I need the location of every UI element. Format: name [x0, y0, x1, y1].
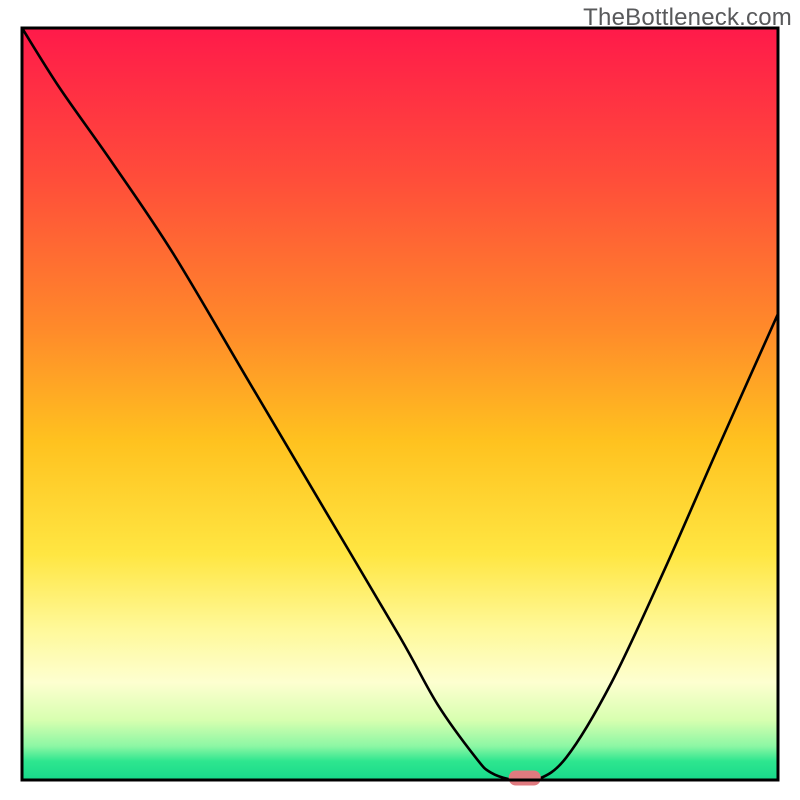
chart-svg: [0, 0, 800, 800]
plot-background: [22, 28, 778, 780]
chart-container: TheBottleneck.com: [0, 0, 800, 800]
watermark-text: TheBottleneck.com: [583, 4, 792, 32]
optimal-marker: [509, 771, 541, 786]
